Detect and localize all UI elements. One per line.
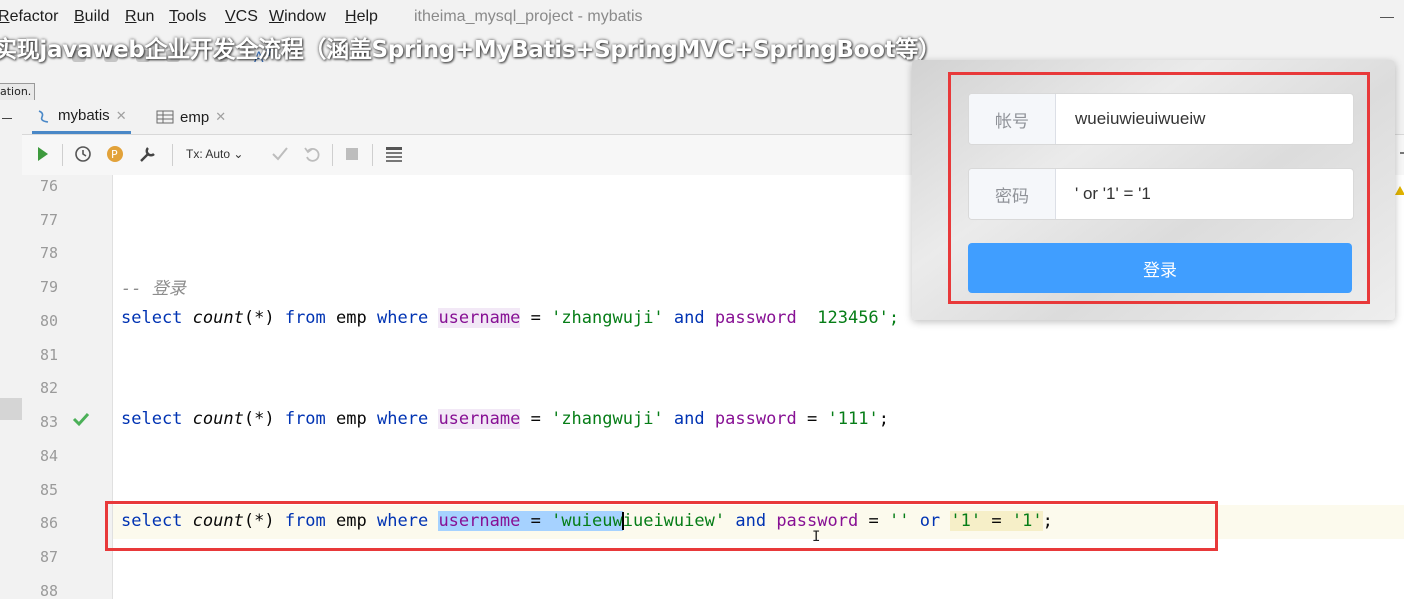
- scroll-marker: [1400, 152, 1404, 154]
- run-icon[interactable]: [36, 145, 50, 163]
- column-name: password: [714, 409, 797, 429]
- table-name: emp: [336, 308, 367, 328]
- code-line-79: -- 登录: [121, 274, 186, 299]
- string-literal: 'zhangwuji': [551, 308, 664, 328]
- punctuation: ;: [878, 409, 889, 429]
- keyword: select: [121, 409, 183, 429]
- keyword: from: [284, 308, 326, 328]
- line-number: 85: [40, 481, 59, 499]
- warning-icon[interactable]: [1395, 186, 1404, 195]
- line-number: 81: [40, 346, 59, 364]
- stop-icon[interactable]: [344, 145, 360, 163]
- line-number: 87: [40, 548, 59, 566]
- operator: =: [530, 308, 541, 328]
- minimize-icon[interactable]: [1380, 17, 1394, 18]
- left-tool-strip: [0, 100, 23, 599]
- wrench-icon[interactable]: [138, 145, 158, 163]
- run-config-dropdown[interactable]: ation.: [0, 83, 36, 101]
- tx-mode-dropdown[interactable]: Tx: Auto ⌄: [186, 147, 243, 161]
- line-number: 78: [40, 244, 59, 262]
- window-title: itheima_mysql_project - mybatis: [414, 8, 643, 25]
- line-number: 80: [40, 312, 59, 330]
- line-number: 86: [40, 514, 59, 532]
- editor-gutter: 76 77 78 79 80 81 82 83 84 85 86 87 88: [22, 175, 113, 600]
- keyword: where: [377, 409, 429, 429]
- sql-comment: -- 登录: [121, 279, 186, 299]
- keyword: and: [673, 409, 705, 429]
- menu-run[interactable]: Run: [125, 8, 154, 26]
- keyword: select: [121, 308, 183, 328]
- menu-refactor[interactable]: Refactor: [0, 8, 58, 26]
- line-number: 76: [40, 177, 59, 195]
- function: count: [192, 308, 244, 328]
- separator: [332, 144, 333, 166]
- args: (*): [243, 308, 275, 328]
- rollback-icon[interactable]: [303, 145, 321, 163]
- tool-window-button[interactable]: [0, 398, 22, 420]
- line-number: 88: [40, 582, 59, 600]
- code-line-83: select count(*) from emp where username …: [121, 409, 889, 429]
- table-layout-icon[interactable]: [384, 145, 404, 163]
- video-caption: 实现javaweb企业开发全流程（涵盖Spring+MyBatis+Spring…: [0, 37, 941, 63]
- column-name: username: [438, 409, 521, 429]
- svg-text:P: P: [111, 148, 118, 161]
- keyword: and: [673, 308, 705, 328]
- line-number: 77: [40, 211, 59, 229]
- history-icon[interactable]: [74, 145, 92, 163]
- annotation-box-sql: [105, 501, 1218, 551]
- close-icon[interactable]: ✕: [215, 109, 226, 125]
- annotation-box-login: [948, 72, 1370, 304]
- column-name: password: [714, 308, 797, 328]
- function: count: [192, 409, 244, 429]
- operator: =: [530, 409, 541, 429]
- tab-mybatis[interactable]: mybatis ✕: [32, 100, 131, 134]
- pin-icon[interactable]: P: [106, 145, 124, 163]
- keyword: from: [284, 409, 326, 429]
- table-icon: [156, 110, 174, 124]
- string-literal: '111': [827, 409, 879, 429]
- column-name: username: [438, 308, 521, 328]
- menu-tools[interactable]: Tools: [169, 8, 206, 26]
- string-literal: 123456';: [796, 308, 900, 328]
- keyword: where: [377, 308, 429, 328]
- line-number: 82: [40, 379, 59, 397]
- operator: =: [807, 409, 818, 429]
- separator: [372, 144, 373, 166]
- collapse-icon[interactable]: [2, 118, 12, 119]
- tab-emp[interactable]: emp ✕: [152, 100, 230, 134]
- sql-console-icon: [38, 109, 49, 123]
- separator: [172, 144, 173, 166]
- code-line-80: select count(*) from emp where username …: [121, 308, 899, 328]
- args: (*): [243, 409, 275, 429]
- commit-icon[interactable]: [271, 145, 289, 163]
- line-number: 84: [40, 447, 59, 465]
- close-icon[interactable]: ✕: [116, 108, 127, 124]
- menu-vcs[interactable]: VCS: [225, 8, 258, 26]
- tab-label: mybatis: [58, 107, 110, 124]
- line-number: 79: [40, 278, 59, 296]
- tab-label: emp: [180, 108, 210, 126]
- separator: [62, 144, 63, 166]
- table-name: emp: [336, 409, 367, 429]
- menu-build[interactable]: Build: [74, 8, 110, 26]
- menu-help[interactable]: Help: [345, 8, 378, 26]
- check-icon: [72, 412, 90, 427]
- string-literal: 'zhangwuji': [551, 409, 664, 429]
- menu-window[interactable]: Window: [269, 8, 326, 26]
